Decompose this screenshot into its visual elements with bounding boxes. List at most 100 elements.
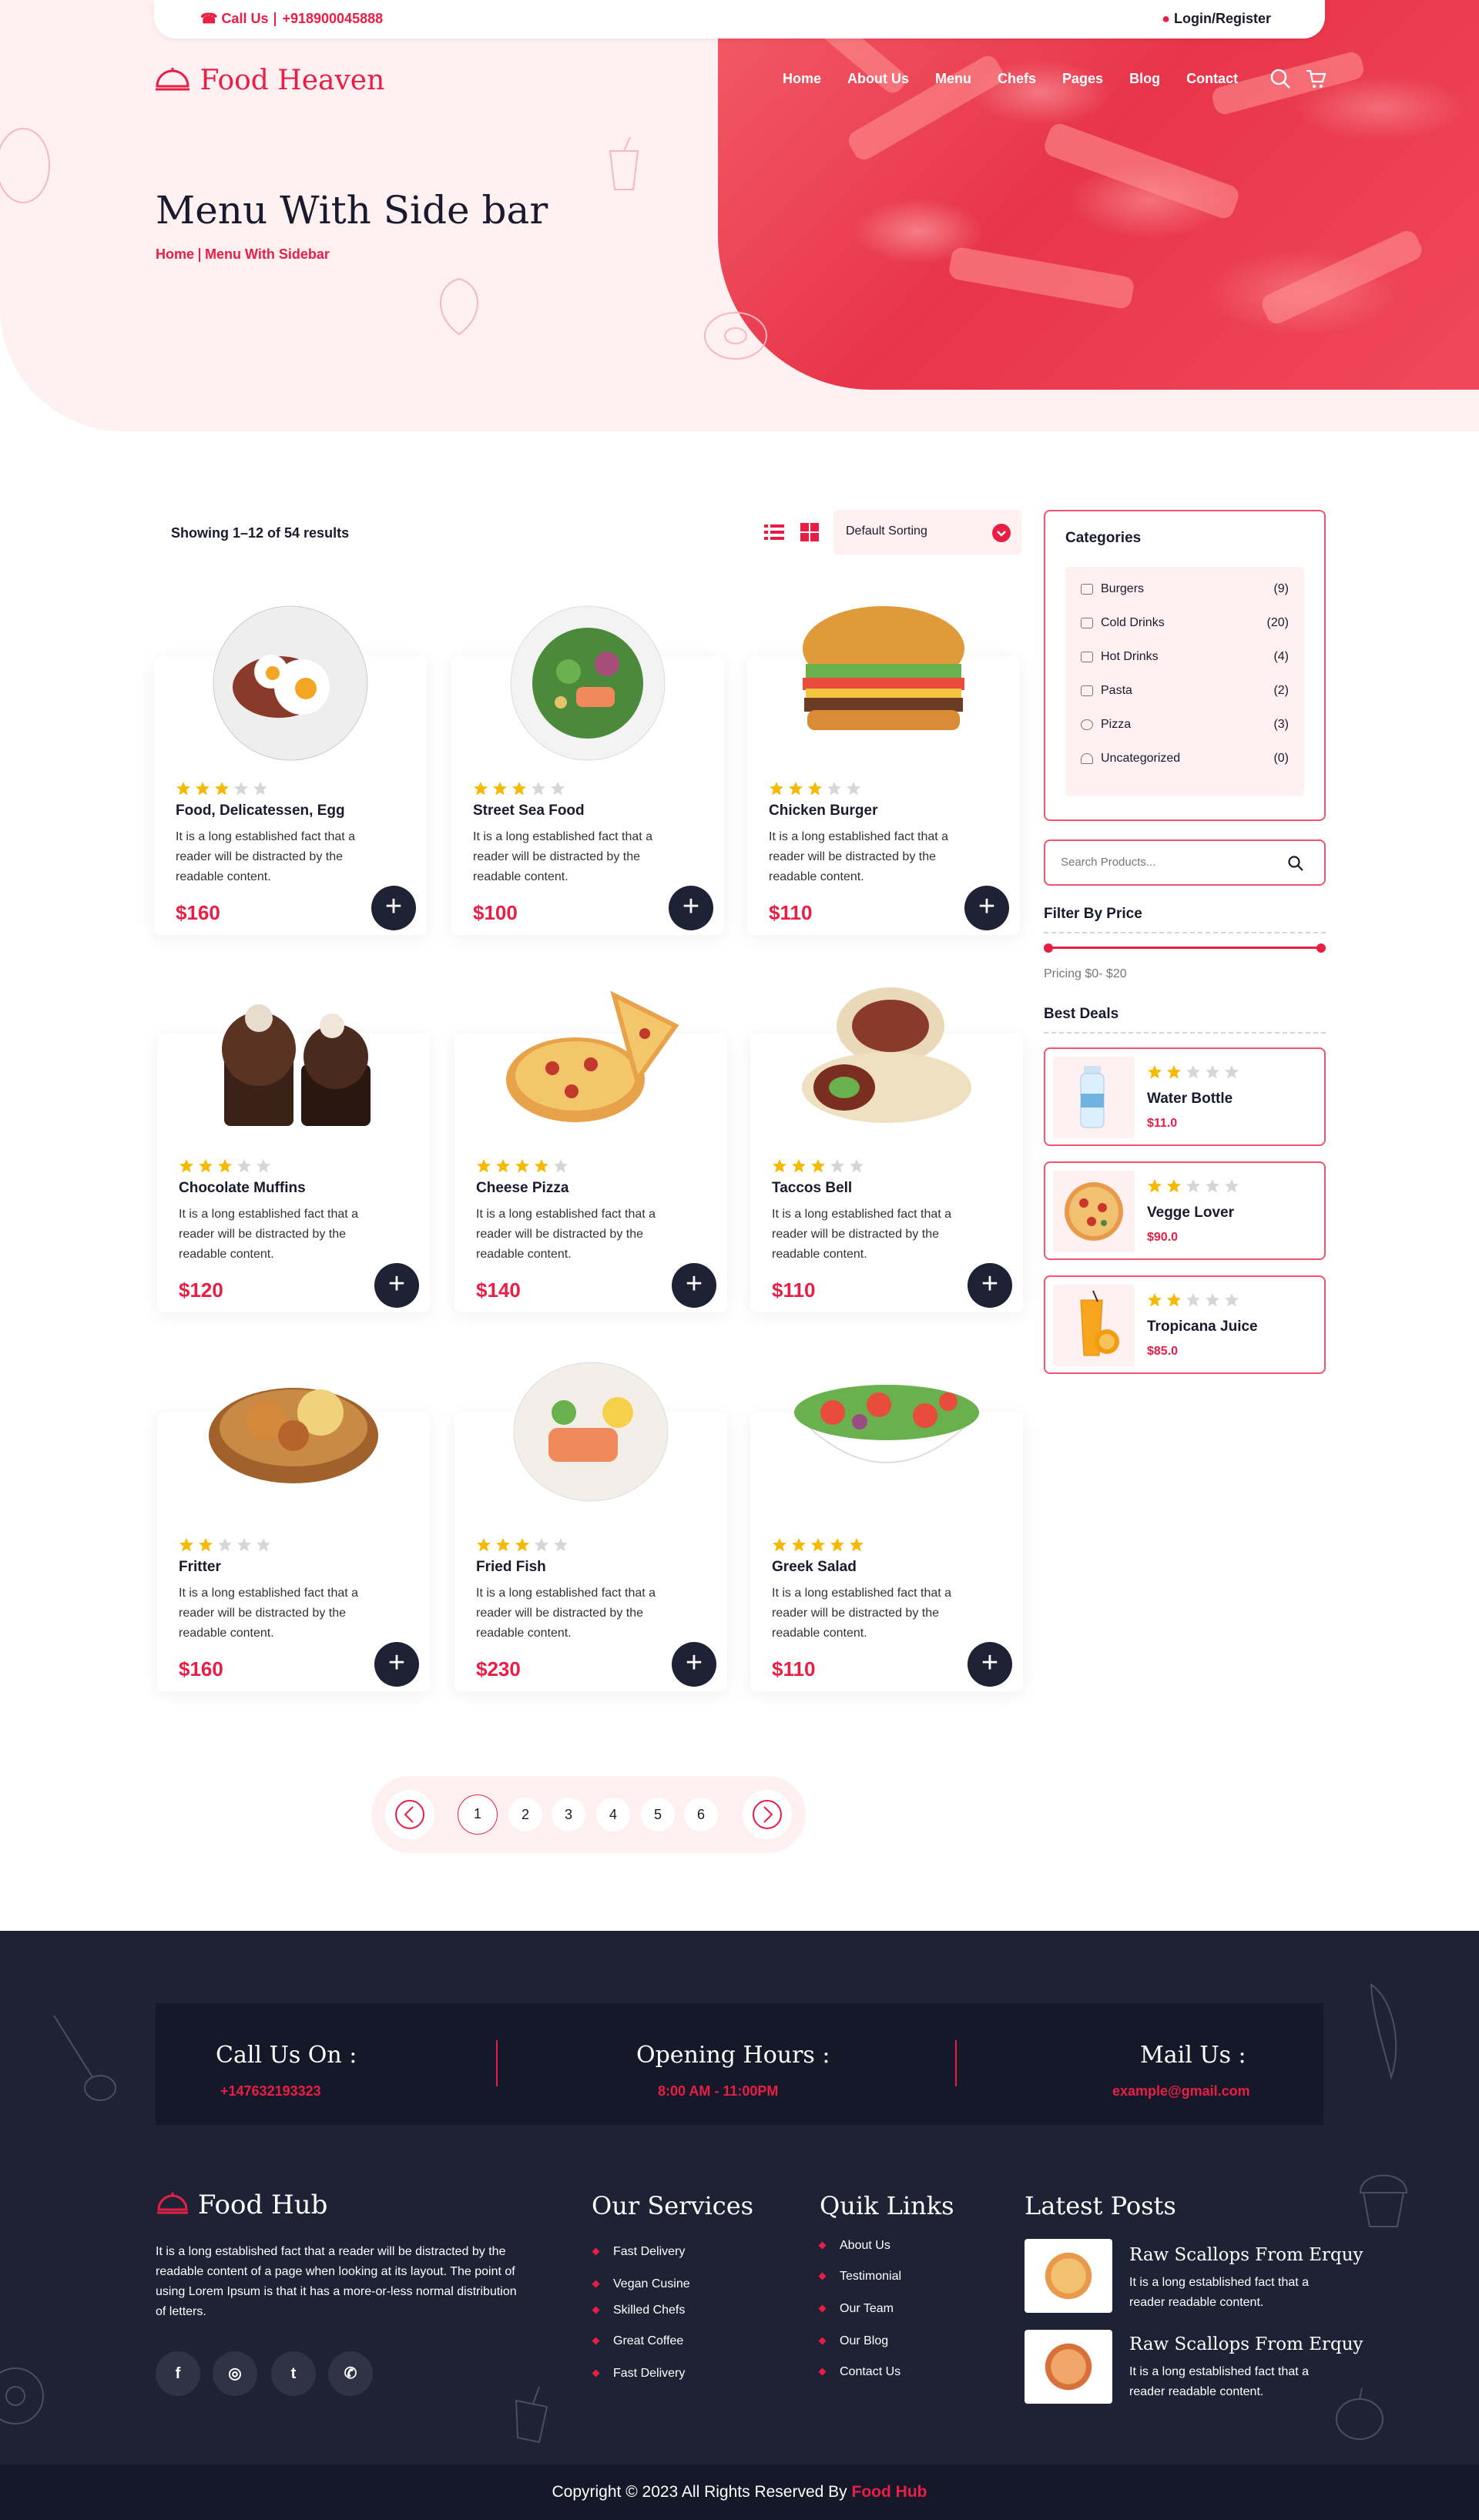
results-count: Showing 1–12 of 54 results [171, 525, 350, 541]
nav-menu[interactable]: Menu [935, 71, 971, 87]
service-link[interactable]: Fast Delivery [613, 2245, 685, 2259]
mail-us-title: Mail Us : [1140, 2042, 1246, 2069]
add-to-cart-button[interactable]: + [964, 886, 1009, 930]
quick-link[interactable]: Our Team [840, 2302, 894, 2316]
footer-brand[interactable]: Food Hub [156, 2190, 327, 2220]
price-range-track[interactable] [1048, 947, 1321, 949]
service-link[interactable]: Vegan Cusine [613, 2277, 690, 2291]
product-card[interactable]: Cheese Pizza It is a long established fac… [454, 990, 727, 1312]
add-to-cart-button[interactable]: + [672, 1263, 716, 1308]
deal-card[interactable]: Water Bottle $11.0 [1044, 1047, 1326, 1146]
post-title[interactable]: Raw Scallops From Erquy [1129, 2334, 1363, 2354]
product-name[interactable]: Greek Salad [772, 1559, 857, 1576]
product-card[interactable]: Taccos Bell It is a long established fact… [750, 987, 1023, 1312]
login-register-link[interactable]: ● Login/Register [1162, 11, 1271, 27]
twitter-icon[interactable]: t [271, 2351, 316, 2396]
category-pizza[interactable]: Pizza (3) [1081, 718, 1289, 733]
breadcrumb-home[interactable]: Home [156, 246, 194, 262]
nav-about-us[interactable]: About Us [847, 71, 909, 87]
list-view-icon[interactable] [763, 521, 786, 544]
service-link[interactable]: Great Coffee [613, 2334, 683, 2348]
page-6[interactable]: 6 [684, 1798, 718, 1831]
product-card[interactable]: Chocolate Muffins It is a long establishe… [157, 1004, 430, 1312]
price-range-max-handle[interactable] [1316, 943, 1326, 953]
prev-page-button[interactable] [385, 1790, 434, 1839]
add-to-cart-button[interactable]: + [968, 1642, 1012, 1687]
nav-home[interactable]: Home [783, 71, 821, 87]
nav-contact[interactable]: Contact [1186, 71, 1238, 87]
star-icon [847, 782, 860, 796]
copyright-text: Copyright © 2023 All Rights Reserved By [552, 2483, 847, 2501]
product-card[interactable]: Street Sea Food It is a long established … [451, 605, 724, 935]
call-us-value[interactable]: +147632193323 [220, 2083, 321, 2099]
price-range-min-handle[interactable] [1044, 943, 1053, 953]
search-products-input[interactable]: Search Products... [1044, 839, 1326, 886]
call-us[interactable]: ☎ Call Us +918900045888 [200, 11, 383, 27]
service-link[interactable]: Fast Delivery [613, 2367, 685, 2381]
instagram-icon[interactable]: ◎ [213, 2351, 257, 2396]
page-3[interactable]: 3 [552, 1798, 585, 1831]
add-to-cart-button[interactable]: + [669, 886, 713, 930]
grid-view-icon[interactable] [798, 521, 821, 544]
service-link[interactable]: Skilled Chefs [613, 2304, 685, 2317]
add-to-cart-button[interactable]: + [374, 1263, 419, 1308]
opening-hours-title: Opening Hours : [636, 2042, 830, 2069]
categories-title: Categories [1065, 530, 1142, 546]
product-card[interactable]: Greek Salad It is a long established fact… [750, 1385, 1023, 1691]
whatsapp-icon[interactable]: ✆ [328, 2351, 373, 2396]
page-2[interactable]: 2 [508, 1798, 542, 1831]
sort-select[interactable]: Default Sorting [833, 510, 1021, 555]
nav-pages[interactable]: Pages [1062, 71, 1103, 87]
quick-link[interactable]: Contact Us [840, 2365, 900, 2379]
product-name[interactable]: Cheese Pizza [476, 1180, 568, 1197]
chili-doodle-icon [1370, 1983, 1397, 2080]
star-icon [199, 1159, 213, 1173]
deal-card[interactable]: Tropicana Juice $85.0 [1044, 1275, 1326, 1374]
nav-chefs[interactable]: Chefs [998, 71, 1036, 87]
product-card[interactable]: Chicken Burger It is a long established f… [747, 606, 1020, 935]
brand-logo[interactable]: Food Heaven [154, 65, 384, 96]
category-uncategorized[interactable]: Uncategorized (0) [1081, 752, 1289, 767]
product-card[interactable]: Food, Delicatessen, Egg It is a long esta… [154, 605, 427, 935]
add-to-cart-button[interactable]: + [371, 886, 416, 930]
pasta-icon [1081, 685, 1093, 696]
search-icon[interactable] [1287, 855, 1304, 872]
deal-card[interactable]: Vegge Lover $90.0 [1044, 1161, 1326, 1260]
search-icon[interactable] [1269, 68, 1291, 89]
product-name[interactable]: Taccos Bell [772, 1180, 852, 1197]
product-image [201, 980, 386, 1138]
product-name[interactable]: Food, Delicatessen, Egg [176, 803, 345, 819]
nav-blog[interactable]: Blog [1129, 71, 1160, 87]
copyright-brand[interactable]: Food Hub [852, 2483, 927, 2501]
cart-icon[interactable] [1305, 68, 1326, 89]
product-name[interactable]: Fritter [179, 1559, 221, 1576]
product-name[interactable]: Chocolate Muffins [179, 1180, 306, 1197]
product-card[interactable]: Fritter It is a long established fact tha… [157, 1388, 430, 1691]
post-thumbnail[interactable] [1025, 2330, 1112, 2404]
product-name[interactable]: Chicken Burger [769, 803, 877, 819]
category-count: (3) [1273, 718, 1289, 731]
category-burgers[interactable]: Burgers (9) [1081, 582, 1289, 598]
category-cold-drinks[interactable]: Cold Drinks (20) [1081, 616, 1289, 632]
add-to-cart-button[interactable]: + [968, 1263, 1012, 1308]
quick-link[interactable]: Our Blog [840, 2334, 888, 2348]
category-hot-drinks[interactable]: Hot Drinks (4) [1081, 650, 1289, 665]
post-title[interactable]: Raw Scallops From Erquy [1129, 2245, 1363, 2265]
product-name[interactable]: Fried Fish [476, 1559, 546, 1576]
category-pasta[interactable]: Pasta (2) [1081, 684, 1289, 699]
product-name[interactable]: Street Sea Food [473, 803, 585, 819]
add-to-cart-button[interactable]: + [374, 1642, 419, 1687]
facebook-icon[interactable]: f [156, 2351, 200, 2396]
quick-link[interactable]: Testimonial [840, 2270, 901, 2284]
mail-us-value[interactable]: example@gmail.com [1112, 2083, 1250, 2099]
page-5[interactable]: 5 [641, 1798, 675, 1831]
product-card[interactable]: Fried Fish It is a long established fact … [454, 1362, 727, 1691]
add-to-cart-button[interactable]: + [672, 1642, 716, 1687]
post-thumbnail[interactable] [1025, 2239, 1112, 2313]
chevron-left-icon [395, 1800, 424, 1829]
next-page-button[interactable] [743, 1790, 792, 1839]
call-us-title: Call Us On : [216, 2042, 357, 2069]
page-1[interactable]: 1 [458, 1794, 498, 1835]
page-4[interactable]: 4 [596, 1798, 630, 1831]
quick-link[interactable]: About Us [840, 2239, 890, 2253]
